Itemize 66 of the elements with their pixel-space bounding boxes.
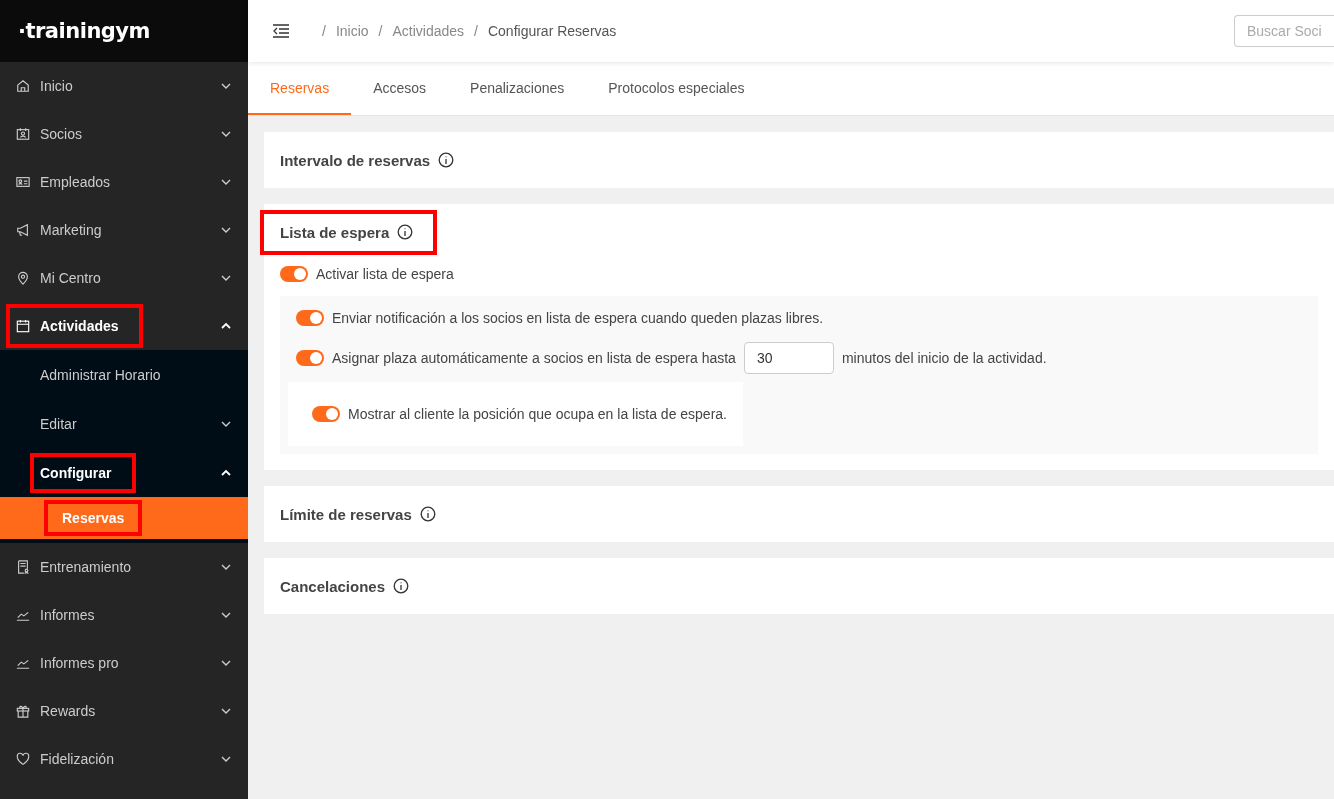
nav-label: Editar bbox=[40, 415, 77, 432]
option-label: Asignar plaza automáticamente a socios en lista de espera hasta bbox=[332, 350, 736, 366]
toggle-switch[interactable] bbox=[296, 350, 324, 366]
collapse-menu-icon[interactable] bbox=[272, 24, 290, 38]
nav-label: Informes bbox=[40, 607, 95, 623]
toggle-switch[interactable] bbox=[312, 406, 340, 422]
nav-label: Configurar bbox=[40, 464, 112, 481]
tab[interactable]: Protocolos especiales bbox=[586, 62, 767, 115]
sidebar-item[interactable]: Marketing bbox=[0, 206, 248, 254]
toggle-switch[interactable] bbox=[280, 266, 308, 282]
sidebar-item[interactable]: Socios bbox=[0, 110, 248, 158]
breadcrumb-separator: / bbox=[378, 23, 383, 39]
sidebar-item[interactable]: Entrenamiento bbox=[0, 543, 248, 591]
nav-label: Reservas bbox=[62, 510, 125, 526]
sidebar-item[interactable]: Actividades bbox=[0, 302, 248, 350]
member-card-icon bbox=[16, 127, 30, 141]
id-card-icon bbox=[16, 175, 30, 189]
breadcrumb-link[interactable]: Inicio bbox=[335, 23, 369, 39]
calendar-icon bbox=[16, 319, 30, 333]
breadcrumb-link[interactable]: Actividades bbox=[392, 23, 465, 39]
heart-icon bbox=[16, 752, 30, 766]
nav-label: Administrar Horario bbox=[40, 366, 161, 383]
info-icon bbox=[419, 506, 436, 522]
option-label: Activar lista de espera bbox=[316, 266, 454, 282]
gift-icon bbox=[16, 704, 30, 718]
option-label: minutos del inicio de la actividad. bbox=[841, 350, 1047, 366]
nav-label: Mi Centro bbox=[40, 270, 101, 286]
nav-label: Entrenamiento bbox=[40, 559, 132, 575]
nav-label: Actividades bbox=[40, 318, 119, 334]
search-field[interactable]: Buscar Soci bbox=[1234, 15, 1334, 47]
home-icon bbox=[16, 79, 30, 93]
section-title: Cancelaciones bbox=[280, 577, 386, 595]
sidebar-subitem[interactable]: Administrar Horario bbox=[0, 350, 248, 399]
option-label: Mostrar al cliente la posición que ocupa en la lista de espera. bbox=[348, 406, 727, 422]
tab[interactable]: Penalizaciones bbox=[448, 62, 587, 115]
section-title: Límite de reservas bbox=[280, 505, 412, 523]
sidebar-item[interactable]: Inicio bbox=[0, 62, 248, 110]
sidebar-subitem[interactable]: Configurar bbox=[0, 448, 248, 497]
document-icon bbox=[16, 560, 30, 574]
section-title: Intervalo de reservas bbox=[280, 151, 431, 169]
location-pin-icon bbox=[16, 271, 30, 285]
nav-label: Empleados bbox=[40, 174, 111, 190]
tab[interactable]: Accesos bbox=[351, 62, 449, 115]
sidebar-item[interactable]: Informes bbox=[0, 591, 248, 639]
section-title: Lista de espera bbox=[280, 223, 390, 241]
option-label: Enviar notificación a los socios en lista de espera cuando queden plazas libres. bbox=[332, 310, 824, 326]
info-icon bbox=[397, 224, 414, 240]
info-icon bbox=[393, 578, 410, 594]
sidebar-item[interactable]: Empleados bbox=[0, 158, 248, 206]
nav-label: Inicio bbox=[40, 78, 73, 94]
nav-label: Informes pro bbox=[40, 655, 119, 671]
sidebar-item[interactable]: Rewards bbox=[0, 687, 248, 735]
nav-label: Fidelización bbox=[40, 751, 114, 767]
nav-label: Socios bbox=[40, 126, 83, 142]
breadcrumb-separator: / bbox=[322, 23, 326, 39]
toggle-switch[interactable] bbox=[296, 310, 324, 326]
nav-label: Marketing bbox=[40, 222, 102, 238]
megaphone-icon bbox=[16, 223, 30, 237]
sidebar-subitem[interactable]: Editar bbox=[0, 399, 248, 448]
nav-label: Rewards bbox=[40, 703, 96, 719]
sidebar-item[interactable]: Informes pro bbox=[0, 639, 248, 687]
minutes-input[interactable]: 30 bbox=[743, 342, 834, 374]
sidebar-item[interactable]: Mi Centro bbox=[0, 254, 248, 302]
breadcrumb-separator: / bbox=[474, 23, 478, 39]
info-icon bbox=[438, 152, 455, 168]
sidebar-item[interactable]: Fidelización bbox=[0, 735, 248, 783]
